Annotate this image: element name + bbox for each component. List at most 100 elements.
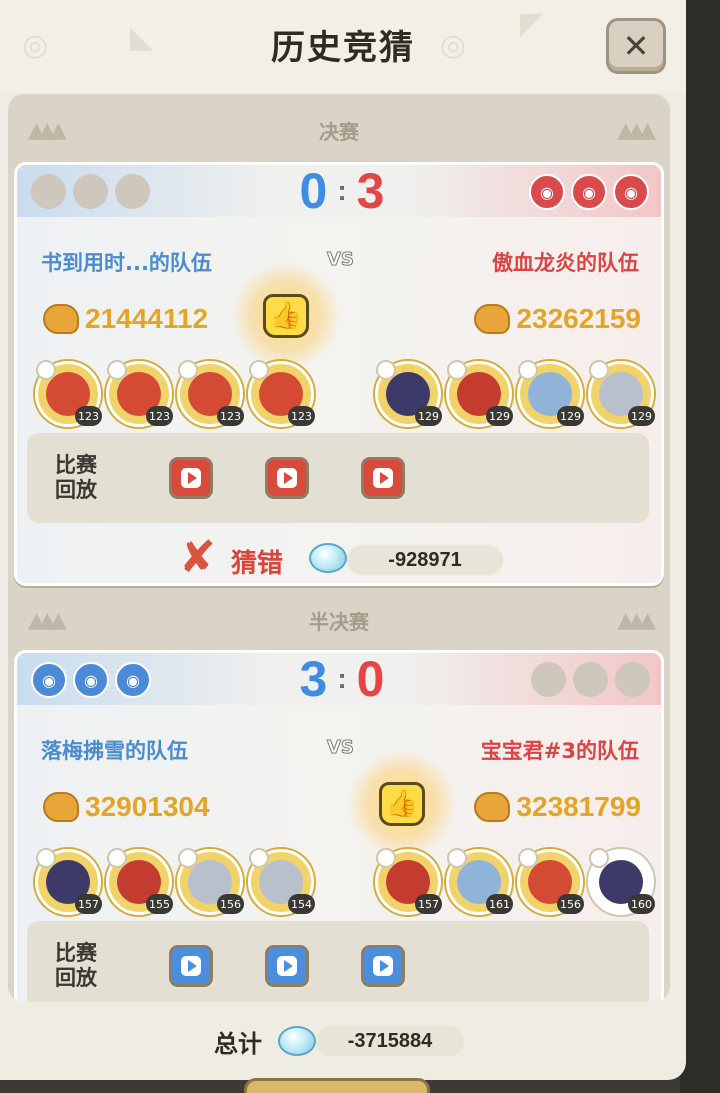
play-icon xyxy=(373,468,393,488)
vs-label: VS xyxy=(327,737,355,759)
thumbs-up-icon: 👍 xyxy=(263,294,309,338)
replay-button-3[interactable] xyxy=(361,457,405,499)
hero-level: 156 xyxy=(557,894,584,914)
empty-win-slot xyxy=(31,174,66,209)
score-left: 0 xyxy=(299,163,328,219)
hero-avatar[interactable]: 129 xyxy=(446,360,513,427)
stage-label: 半决赛 xyxy=(309,609,369,634)
power-value: 32381799 xyxy=(516,791,641,822)
stage-header: ▲▲▲ 半决赛 ▲▲▲ xyxy=(8,600,670,640)
score-separator: : xyxy=(337,663,347,694)
result-amount: -928971 xyxy=(347,545,503,575)
hero-avatar[interactable]: 129 xyxy=(588,360,655,427)
decor-chevron: ▲▲▲ xyxy=(28,608,67,633)
diamond-gem-icon xyxy=(309,543,347,573)
vs-label: VS xyxy=(327,249,355,271)
hero-level: 123 xyxy=(75,406,102,426)
power-value: 23262159 xyxy=(516,303,641,334)
replay-label-line: 回放 xyxy=(55,966,97,990)
stage-header: ▲▲▲ 决赛 ▲▲▲ xyxy=(8,110,670,150)
hero-avatar[interactable]: 154 xyxy=(248,848,315,915)
arm-power-icon xyxy=(474,792,511,822)
match-card: ◉ ◉ ◉ 3 : 0 落梅拂雪的队伍 VS 宝宝君#3的队伍 32901304… xyxy=(14,650,664,1002)
hero-avatar[interactable]: 123 xyxy=(177,360,244,427)
hero-level: 123 xyxy=(217,406,244,426)
team-left-heroes: 123 123 123 123 xyxy=(35,360,319,427)
decor-chevron: ▲▲▲ xyxy=(28,118,67,143)
hero-level: 157 xyxy=(415,894,442,914)
team-right-name: 宝宝君#3的队伍 xyxy=(480,739,639,763)
decor-chevron: ▲▲▲ xyxy=(617,118,656,143)
replay-label-line: 回放 xyxy=(55,478,97,502)
empty-win-slot xyxy=(531,662,566,697)
power-value: 32901304 xyxy=(85,791,210,822)
replay-label: 比赛 回放 xyxy=(55,453,97,503)
replay-label-line: 比赛 xyxy=(55,941,97,965)
hero-level: 156 xyxy=(217,894,244,914)
replay-label-line: 比赛 xyxy=(55,453,97,477)
background-edge xyxy=(680,0,720,1093)
replay-button-2[interactable] xyxy=(265,945,309,987)
replay-button-3[interactable] xyxy=(361,945,405,987)
play-icon xyxy=(277,956,297,976)
play-icon xyxy=(181,956,201,976)
history-guess-panel: ◎ ◣ ◎ ◤ 历史竞猜 ✕ ▲▲▲ 决赛 ▲▲▲ ◉ ◉ ◉ 0 : 3 书到… xyxy=(0,0,686,1080)
match-score: 3 : 0 xyxy=(282,651,402,707)
close-icon: ✕ xyxy=(622,27,650,65)
replay-button-1[interactable] xyxy=(169,945,213,987)
bottom-tab-button[interactable] xyxy=(244,1078,430,1093)
replay-section: 比赛 回放 xyxy=(27,921,649,1002)
match-history-list[interactable]: ▲▲▲ 决赛 ▲▲▲ ◉ ◉ ◉ 0 : 3 书到用时...的队伍 VS 傲血龙… xyxy=(8,94,670,1002)
hero-avatar[interactable]: 155 xyxy=(106,848,173,915)
hero-avatar[interactable]: 129 xyxy=(375,360,442,427)
thumbs-up-icon: 👍 xyxy=(379,782,425,826)
team-right-power: 23262159 xyxy=(474,303,641,335)
hero-level: 123 xyxy=(146,406,173,426)
hero-level: 129 xyxy=(415,406,442,426)
win-token-icon: ◉ xyxy=(73,662,109,698)
arm-power-icon xyxy=(43,792,79,822)
stage-label: 决赛 xyxy=(319,119,359,144)
close-button[interactable]: ✕ xyxy=(606,18,666,74)
match-card: ◉ ◉ ◉ 0 : 3 书到用时...的队伍 VS 傲血龙炎的队伍 214441… xyxy=(14,162,664,586)
team-right-name: 傲血龙炎的队伍 xyxy=(492,251,639,275)
hero-level: 160 xyxy=(628,894,655,914)
hero-level: 129 xyxy=(557,406,584,426)
empty-win-slot xyxy=(573,662,608,697)
result-text: 猜错 xyxy=(231,549,284,579)
score-left: 3 xyxy=(299,651,328,707)
team-left-power: 21444112 xyxy=(43,303,208,335)
replay-label: 比赛 回放 xyxy=(55,941,97,991)
hero-avatar[interactable]: 157 xyxy=(35,848,102,915)
total-footer: 总计 -3715884 xyxy=(0,1010,686,1070)
hero-level: 123 xyxy=(288,406,315,426)
wrong-x-icon: ✘ xyxy=(179,532,216,583)
hero-avatar[interactable]: 123 xyxy=(35,360,102,427)
hero-avatar[interactable]: 156 xyxy=(177,848,244,915)
play-icon xyxy=(277,468,297,488)
hero-avatar[interactable]: 157 xyxy=(375,848,442,915)
empty-win-slot xyxy=(615,662,650,697)
play-icon xyxy=(373,956,393,976)
hero-avatar[interactable]: 123 xyxy=(248,360,315,427)
score-separator: : xyxy=(337,175,347,206)
arm-power-icon xyxy=(474,304,511,334)
win-token-icon: ◉ xyxy=(115,662,151,698)
decor-chevron: ▲▲▲ xyxy=(617,608,656,633)
guess-marker: 👍 xyxy=(347,749,457,859)
hero-level: 155 xyxy=(146,894,173,914)
hero-level: 129 xyxy=(486,406,513,426)
replay-button-1[interactable] xyxy=(169,457,213,499)
hero-avatar[interactable]: 160 xyxy=(588,848,655,915)
empty-win-slot xyxy=(115,174,150,209)
hero-avatar[interactable]: 123 xyxy=(106,360,173,427)
hero-level: 154 xyxy=(288,894,315,914)
replay-button-2[interactable] xyxy=(265,457,309,499)
hero-avatar[interactable]: 129 xyxy=(517,360,584,427)
guess-marker: 👍 xyxy=(231,261,341,371)
team-right-heroes: 157 161 156 160 xyxy=(375,848,659,915)
score-right: 0 xyxy=(356,651,385,707)
hero-avatar[interactable]: 156 xyxy=(517,848,584,915)
hero-avatar[interactable]: 161 xyxy=(446,848,513,915)
win-token-icon: ◉ xyxy=(31,662,67,698)
